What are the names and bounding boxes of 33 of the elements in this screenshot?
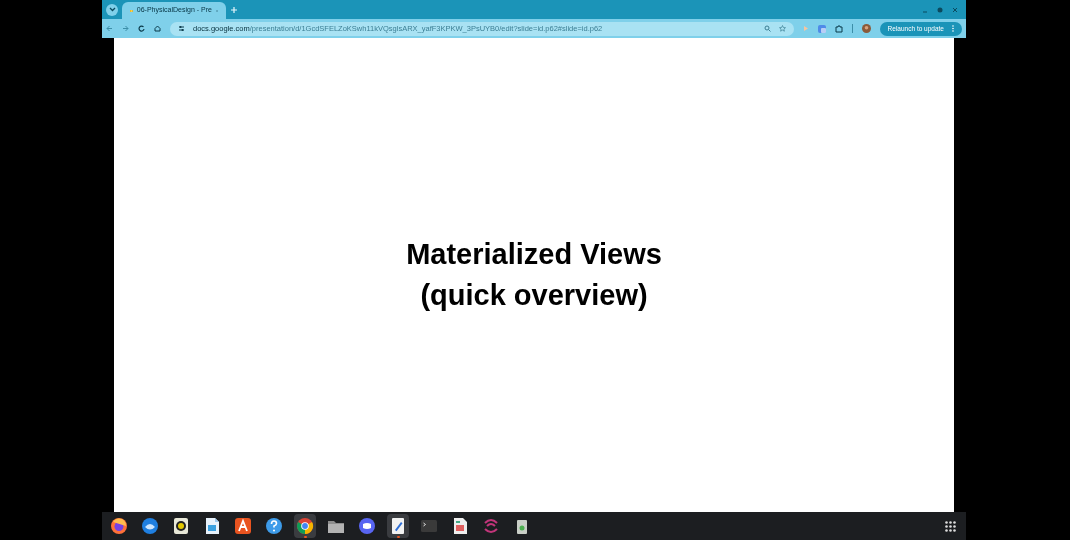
speaker-icon bbox=[172, 517, 190, 535]
chevron-down-icon bbox=[108, 7, 116, 12]
slide-title: (quick overview) bbox=[420, 278, 648, 313]
back-icon[interactable] bbox=[106, 25, 113, 32]
extension-icon[interactable] bbox=[817, 24, 826, 33]
document-icon bbox=[203, 517, 221, 535]
site-info-icon[interactable] bbox=[178, 25, 185, 32]
dock-app[interactable] bbox=[387, 514, 409, 538]
slide-title: Materialized Views bbox=[406, 237, 662, 272]
running-indicator bbox=[397, 536, 400, 538]
reload-icon[interactable] bbox=[138, 25, 145, 32]
restore-icon[interactable] bbox=[937, 6, 943, 13]
new-tab-icon[interactable] bbox=[230, 5, 238, 14]
swirl-icon bbox=[482, 517, 500, 535]
spreadsheet-icon bbox=[451, 517, 469, 535]
tab-list-button[interactable] bbox=[106, 3, 118, 16]
forward-icon[interactable] bbox=[122, 25, 129, 32]
star-icon[interactable] bbox=[778, 25, 786, 32]
bird-icon bbox=[141, 517, 159, 535]
pencil-icon bbox=[389, 517, 407, 535]
store-icon bbox=[234, 517, 252, 535]
running-indicator bbox=[304, 536, 307, 538]
chat-icon bbox=[358, 517, 376, 535]
firefox-icon bbox=[110, 517, 128, 535]
close-icon[interactable] bbox=[952, 6, 958, 13]
zoom-icon[interactable] bbox=[763, 25, 771, 32]
dock-app[interactable] bbox=[294, 514, 316, 538]
app-grid-icon[interactable] bbox=[945, 520, 956, 532]
terminal-icon bbox=[420, 517, 438, 535]
home-icon[interactable] bbox=[154, 25, 161, 32]
help-icon bbox=[265, 517, 283, 535]
avatar-icon[interactable] bbox=[861, 24, 871, 33]
chrome-icon bbox=[296, 517, 314, 535]
